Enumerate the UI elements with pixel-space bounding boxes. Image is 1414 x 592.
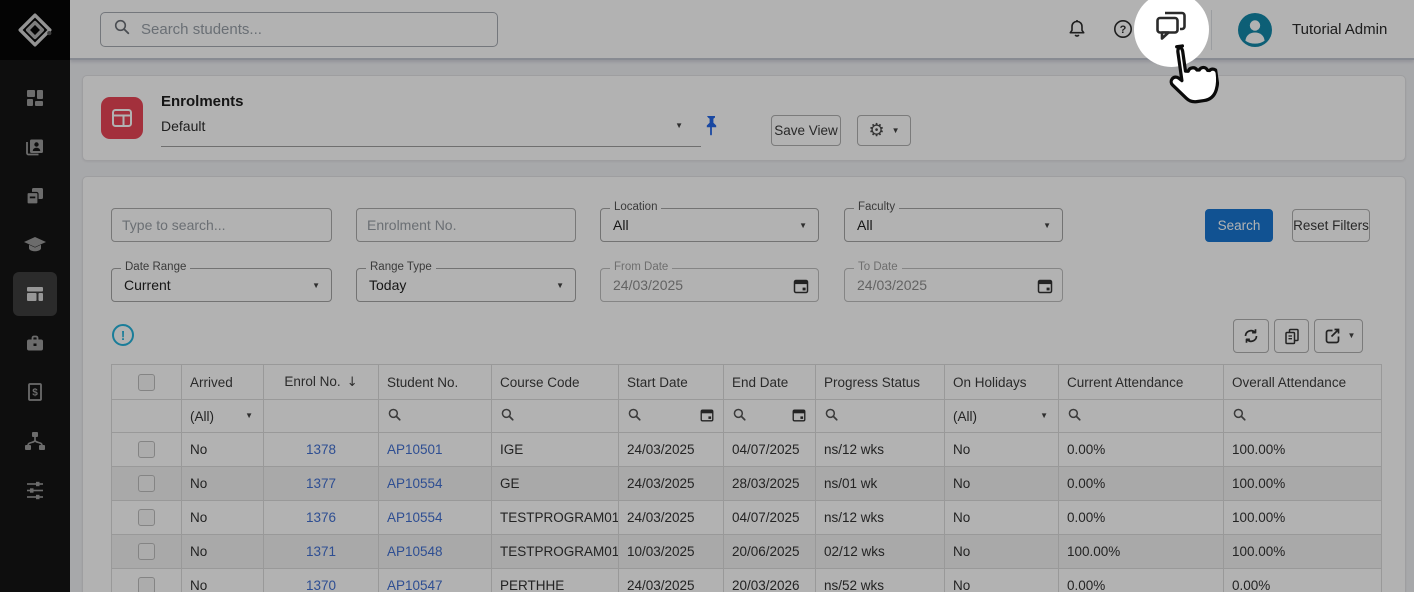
hand-cursor: [1153, 36, 1223, 119]
app-window: ? Tutorial Admin: [0, 0, 1414, 592]
pointer-hand-icon: [1153, 36, 1222, 114]
